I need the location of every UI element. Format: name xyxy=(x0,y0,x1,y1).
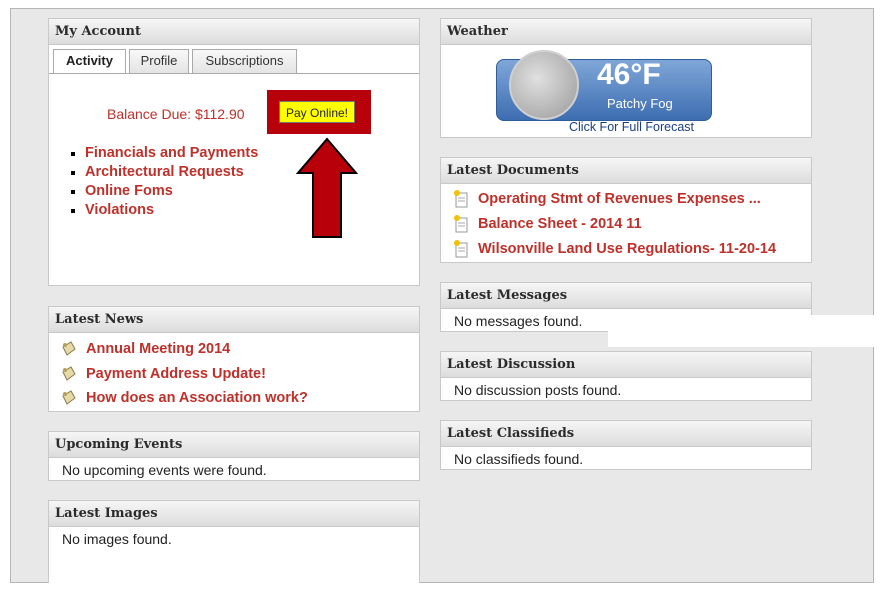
latest-news-panel: Latest News Annual Meeting 2014 Payment … xyxy=(48,306,420,412)
upcoming-events-title: Upcoming Events xyxy=(49,432,419,458)
new-document-icon xyxy=(454,215,468,233)
messages-overflow-strip xyxy=(608,315,874,347)
tab-divider xyxy=(49,73,419,74)
upcoming-events-panel: Upcoming Events No upcoming events were … xyxy=(48,431,420,481)
fog-icon xyxy=(509,50,579,120)
balance-due: Balance Due: $112.90 xyxy=(107,106,245,122)
latest-documents-panel: Latest Documents Operating Stmt of Reven… xyxy=(440,157,812,263)
link-architectural[interactable]: Architectural Requests xyxy=(85,164,244,180)
weather-condition: Patchy Fog xyxy=(607,96,673,111)
balance-value: $112.90 xyxy=(194,106,245,122)
list-item: Financials and Payments xyxy=(85,144,258,163)
latest-discussion-title: Latest Discussion xyxy=(441,352,811,378)
list-item: Violations xyxy=(85,201,258,220)
tab-subscriptions[interactable]: Subscriptions xyxy=(192,49,297,73)
pay-online-highlight: Pay Online! xyxy=(267,90,371,134)
news-icon xyxy=(62,341,76,356)
latest-classifieds-message: No classifieds found. xyxy=(454,451,584,467)
tab-activity[interactable]: Activity xyxy=(53,49,126,74)
my-account-title: My Account xyxy=(49,19,419,45)
link-online-forms[interactable]: Online Foms xyxy=(85,183,173,199)
weather-panel: Weather 46°F Patchy Fog Click For Full F… xyxy=(440,18,812,138)
document-link-operating-stmt[interactable]: Operating Stmt of Revenues Expenses ... xyxy=(478,188,761,210)
latest-discussion-panel: Latest Discussion No discussion posts fo… xyxy=(440,351,812,401)
list-item: Online Foms xyxy=(85,182,258,201)
latest-images-panel: Latest Images No images found. xyxy=(48,500,420,583)
balance-label: Balance Due: xyxy=(107,106,192,122)
account-links: Financials and Payments Architectural Re… xyxy=(85,144,258,220)
news-icon xyxy=(62,390,76,405)
document-link-balance-sheet[interactable]: Balance Sheet - 2014 11 xyxy=(478,213,642,235)
latest-messages-title: Latest Messages xyxy=(441,283,811,309)
news-link-payment-address[interactable]: Payment Address Update! xyxy=(86,363,266,385)
latest-documents-title: Latest Documents xyxy=(441,158,811,184)
pay-online-button[interactable]: Pay Online! xyxy=(279,101,355,123)
upcoming-events-message: No upcoming events were found. xyxy=(62,462,267,478)
link-financials[interactable]: Financials and Payments xyxy=(85,145,258,161)
document-link-land-use[interactable]: Wilsonville Land Use Regulations- 11-20-… xyxy=(478,238,776,260)
red-arrow-annotation xyxy=(296,137,358,238)
latest-discussion-message: No discussion posts found. xyxy=(454,382,622,398)
list-item: Architectural Requests xyxy=(85,163,258,182)
latest-classifieds-title: Latest Classifieds xyxy=(441,421,811,447)
link-violations[interactable]: Violations xyxy=(85,202,154,218)
news-link-annual-meeting[interactable]: Annual Meeting 2014 xyxy=(86,338,230,360)
latest-news-title: Latest News xyxy=(49,307,419,333)
latest-images-title: Latest Images xyxy=(49,501,419,527)
weather-widget[interactable]: 46°F Patchy Fog xyxy=(496,50,712,121)
weather-temperature: 46°F xyxy=(597,58,661,91)
news-link-how-association-works[interactable]: How does an Association work? xyxy=(86,387,308,409)
full-forecast-link[interactable]: Click For Full Forecast xyxy=(569,120,694,134)
news-icon xyxy=(62,366,76,381)
latest-images-message: No images found. xyxy=(62,531,172,547)
my-account-panel: My Account Activity Profile Subscription… xyxy=(48,18,420,286)
new-document-icon xyxy=(454,190,468,208)
new-document-icon xyxy=(454,240,468,258)
latest-classifieds-panel: Latest Classifieds No classifieds found. xyxy=(440,420,812,470)
weather-title: Weather xyxy=(441,19,811,45)
tab-profile[interactable]: Profile xyxy=(129,49,189,73)
